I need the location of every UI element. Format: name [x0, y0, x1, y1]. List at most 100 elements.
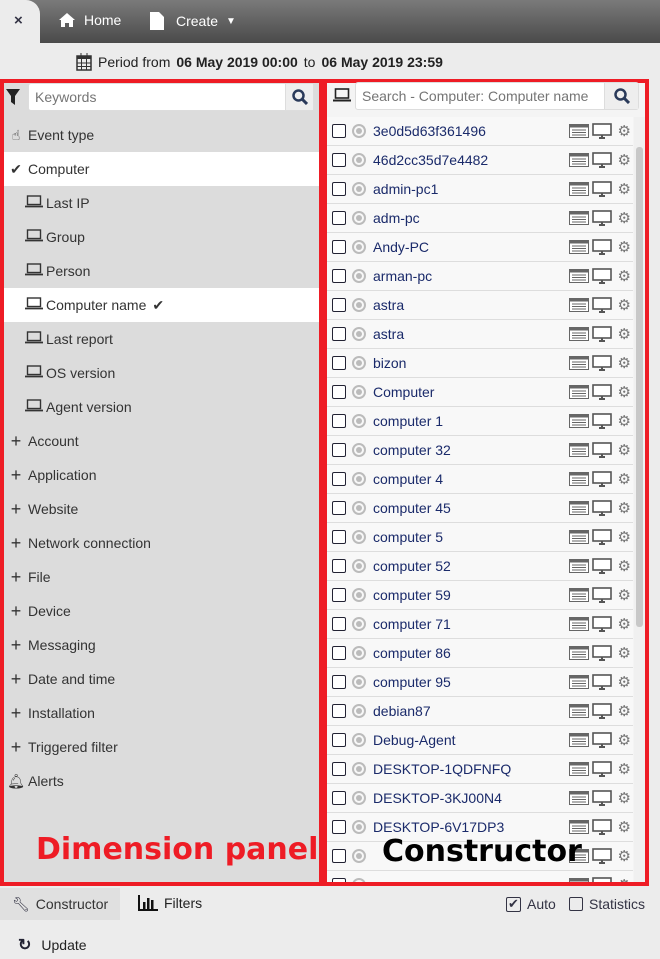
- row-checkbox[interactable]: [332, 675, 346, 689]
- row-checkbox[interactable]: [332, 530, 346, 544]
- monitor-icon[interactable]: [591, 558, 612, 574]
- table-row[interactable]: astra ⚙︎: [327, 320, 633, 349]
- list-icon[interactable]: [568, 443, 589, 457]
- row-checkbox[interactable]: [332, 269, 346, 283]
- gears-icon[interactable]: ⚙︎: [618, 644, 631, 662]
- table-row[interactable]: computer 32 ⚙︎: [327, 436, 633, 465]
- monitor-icon[interactable]: [591, 413, 612, 429]
- tab-constructor[interactable]: 🔧︎ Constructor: [0, 888, 121, 920]
- row-checkbox[interactable]: [332, 327, 346, 341]
- table-row[interactable]: computer 86 ⚙︎: [327, 639, 633, 668]
- monitor-icon[interactable]: [591, 732, 612, 748]
- row-checkbox[interactable]: [332, 124, 346, 138]
- dimension-item[interactable]: + Triggered filter: [4, 730, 319, 764]
- computer-name[interactable]: arman-pc: [373, 268, 432, 284]
- computer-name[interactable]: adm-pc: [373, 210, 420, 226]
- computer-name[interactable]: admin-pc1: [373, 181, 438, 197]
- radio-icon[interactable]: [352, 472, 366, 486]
- monitor-icon[interactable]: [591, 297, 612, 313]
- monitor-icon[interactable]: [591, 761, 612, 777]
- computer-name[interactable]: Computer: [373, 384, 434, 400]
- dimension-item[interactable]: Person: [4, 254, 319, 288]
- list-icon[interactable]: [568, 588, 589, 602]
- table-row[interactable]: computer 1 ⚙︎: [327, 407, 633, 436]
- monitor-icon[interactable]: [591, 210, 612, 226]
- gears-icon[interactable]: ⚙︎: [618, 180, 631, 198]
- tab-filters[interactable]: Filters: [138, 895, 202, 911]
- radio-icon[interactable]: [352, 588, 366, 602]
- row-checkbox[interactable]: [332, 298, 346, 312]
- dimension-item[interactable]: Group: [4, 220, 319, 254]
- dimension-item[interactable]: + Website: [4, 492, 319, 526]
- row-checkbox[interactable]: [332, 878, 346, 882]
- list-icon[interactable]: [568, 704, 589, 718]
- gears-icon[interactable]: ⚙︎: [618, 151, 631, 169]
- list-icon[interactable]: [568, 298, 589, 312]
- dimension-item[interactable]: ☝︎ Event type: [4, 118, 319, 152]
- gears-icon[interactable]: ⚙︎: [618, 354, 631, 372]
- gears-icon[interactable]: ⚙︎: [618, 760, 631, 778]
- table-row[interactable]: computer 45 ⚙︎: [327, 494, 633, 523]
- radio-icon[interactable]: [352, 385, 366, 399]
- radio-icon[interactable]: [352, 153, 366, 167]
- radio-icon[interactable]: [352, 443, 366, 457]
- radio-icon[interactable]: [352, 356, 366, 370]
- table-row[interactable]: computer 4 ⚙︎: [327, 465, 633, 494]
- list-icon[interactable]: [568, 211, 589, 225]
- update-button[interactable]: ↻ Update: [18, 935, 87, 955]
- table-row[interactable]: Andy-PC ⚙︎: [327, 233, 633, 262]
- dimension-item[interactable]: Last report: [4, 322, 319, 356]
- home-button[interactable]: Home: [58, 12, 121, 28]
- table-row[interactable]: computer 95 ⚙︎: [327, 668, 633, 697]
- monitor-icon[interactable]: [591, 384, 612, 400]
- list-icon[interactable]: [568, 791, 589, 805]
- list-icon[interactable]: [568, 414, 589, 428]
- computer-name[interactable]: computer 95: [373, 674, 451, 690]
- gears-icon[interactable]: ⚙︎: [618, 847, 631, 865]
- computer-name[interactable]: computer 32: [373, 442, 451, 458]
- computer-name[interactable]: computer 5: [373, 529, 443, 545]
- row-checkbox[interactable]: [332, 704, 346, 718]
- gears-icon[interactable]: ⚙︎: [618, 325, 631, 343]
- computer-name[interactable]: computer 71: [373, 616, 451, 632]
- monitor-icon[interactable]: [591, 123, 612, 139]
- monitor-icon[interactable]: [591, 848, 612, 864]
- radio-icon[interactable]: [352, 559, 366, 573]
- close-icon[interactable]: ×: [14, 12, 23, 29]
- radio-icon[interactable]: [352, 617, 366, 631]
- row-checkbox[interactable]: [332, 559, 346, 573]
- radio-icon[interactable]: [352, 849, 366, 863]
- radio-icon[interactable]: [352, 530, 366, 544]
- radio-icon[interactable]: [352, 182, 366, 196]
- table-row[interactable]: computer 52 ⚙︎: [327, 552, 633, 581]
- scrollbar-thumb[interactable]: [636, 147, 643, 627]
- statistics-checkbox[interactable]: Statistics: [569, 896, 645, 912]
- table-row[interactable]: DESKTOP-3KJ00N4 ⚙︎: [327, 784, 633, 813]
- monitor-icon[interactable]: [591, 790, 612, 806]
- scrollbar[interactable]: [634, 117, 645, 882]
- computer-name[interactable]: Andy-PC: [373, 239, 429, 255]
- constructor-search-input[interactable]: [356, 83, 604, 109]
- monitor-icon[interactable]: [591, 471, 612, 487]
- list-icon[interactable]: [568, 733, 589, 747]
- gears-icon[interactable]: ⚙︎: [618, 412, 631, 430]
- keywords-input[interactable]: [29, 84, 285, 110]
- dimension-item[interactable]: Agent version: [4, 390, 319, 424]
- row-checkbox[interactable]: [332, 820, 346, 834]
- monitor-icon[interactable]: [591, 355, 612, 371]
- row-checkbox[interactable]: [332, 211, 346, 225]
- radio-icon[interactable]: [352, 704, 366, 718]
- radio-icon[interactable]: [352, 646, 366, 660]
- radio-icon[interactable]: [352, 240, 366, 254]
- monitor-icon[interactable]: [591, 442, 612, 458]
- list-icon[interactable]: [568, 240, 589, 254]
- row-checkbox[interactable]: [332, 849, 346, 863]
- dimension-item[interactable]: ✔ Computer: [4, 152, 319, 186]
- dimension-item[interactable]: 🔔︎ Alerts: [4, 764, 319, 798]
- computer-name[interactable]: computer 4: [373, 471, 443, 487]
- list-icon[interactable]: [568, 356, 589, 370]
- monitor-icon[interactable]: [591, 819, 612, 835]
- row-checkbox[interactable]: [332, 762, 346, 776]
- auto-checkbox[interactable]: ✔ Auto: [506, 896, 556, 912]
- gears-icon[interactable]: ⚙︎: [618, 702, 631, 720]
